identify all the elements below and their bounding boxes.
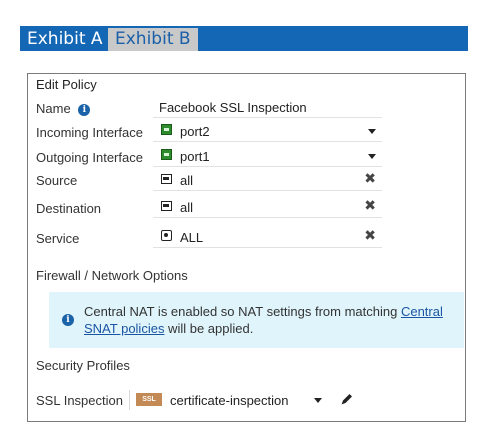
chevron-down-icon[interactable] (368, 129, 376, 134)
edit-policy-panel: Edit Policy Name i Facebook SSL Inspecti… (27, 73, 466, 422)
source-value: all (180, 173, 194, 188)
tab-exhibit-b[interactable]: Exhibit B (108, 28, 198, 51)
info-icon[interactable]: i (78, 103, 91, 116)
ssl-inspection-label: SSL Inspection (36, 393, 123, 408)
notice-text-after: will be applied. (164, 321, 254, 336)
firewall-network-options-heading: Firewall / Network Options (36, 268, 188, 283)
incoming-interface-select[interactable]: port2 (153, 121, 382, 142)
ssl-badge: SSL (136, 393, 162, 406)
name-label: Name (36, 101, 71, 116)
destination-value: all (180, 200, 194, 215)
outgoing-interface-select[interactable]: port1 (153, 146, 382, 167)
remove-icon[interactable]: ✖ (364, 198, 376, 214)
service-field[interactable]: ALL ✖ (153, 227, 382, 248)
chevron-down-icon[interactable] (314, 398, 322, 403)
destination-label: Destination (36, 201, 102, 216)
exhibit-tab-bar: Exhibit A Exhibit B (20, 26, 468, 51)
source-label: Source (36, 173, 78, 188)
notice-text: Central NAT is enabled so NAT settings f… (84, 303, 444, 337)
chevron-down-icon[interactable] (368, 154, 376, 159)
port-icon (161, 124, 172, 135)
info-icon: i (62, 314, 74, 326)
remove-icon[interactable]: ✖ (364, 171, 376, 187)
name-label-row: Name i (36, 101, 91, 116)
service-label: Service (36, 231, 80, 246)
destination-field[interactable]: all ✖ (153, 197, 382, 218)
service-value: ALL (180, 230, 204, 245)
incoming-interface-value: port2 (180, 124, 210, 139)
pencil-icon[interactable] (340, 392, 354, 406)
source-field[interactable]: all ✖ (153, 170, 382, 191)
address-object-icon (161, 174, 172, 184)
service-icon (161, 230, 172, 241)
panel-title: Edit Policy (36, 77, 97, 92)
central-nat-notice: i Central NAT is enabled so NAT settings… (49, 292, 464, 348)
notice-text-before: Central NAT is enabled so NAT settings f… (84, 304, 401, 319)
remove-icon[interactable]: ✖ (364, 228, 376, 244)
ssl-inspection-select[interactable]: SSL certificate-inspection (129, 390, 328, 410)
name-value: Facebook SSL Inspection (159, 100, 307, 115)
name-field[interactable]: Facebook SSL Inspection (153, 97, 382, 118)
incoming-interface-label: Incoming Interface (36, 125, 143, 140)
outgoing-interface-label: Outgoing Interface (36, 150, 143, 165)
address-object-icon (161, 201, 172, 211)
port-icon (161, 149, 172, 160)
tab-exhibit-a[interactable]: Exhibit A (20, 28, 110, 51)
ssl-inspection-value: certificate-inspection (170, 393, 289, 408)
security-profiles-heading: Security Profiles (36, 358, 130, 373)
outgoing-interface-value: port1 (180, 149, 210, 164)
